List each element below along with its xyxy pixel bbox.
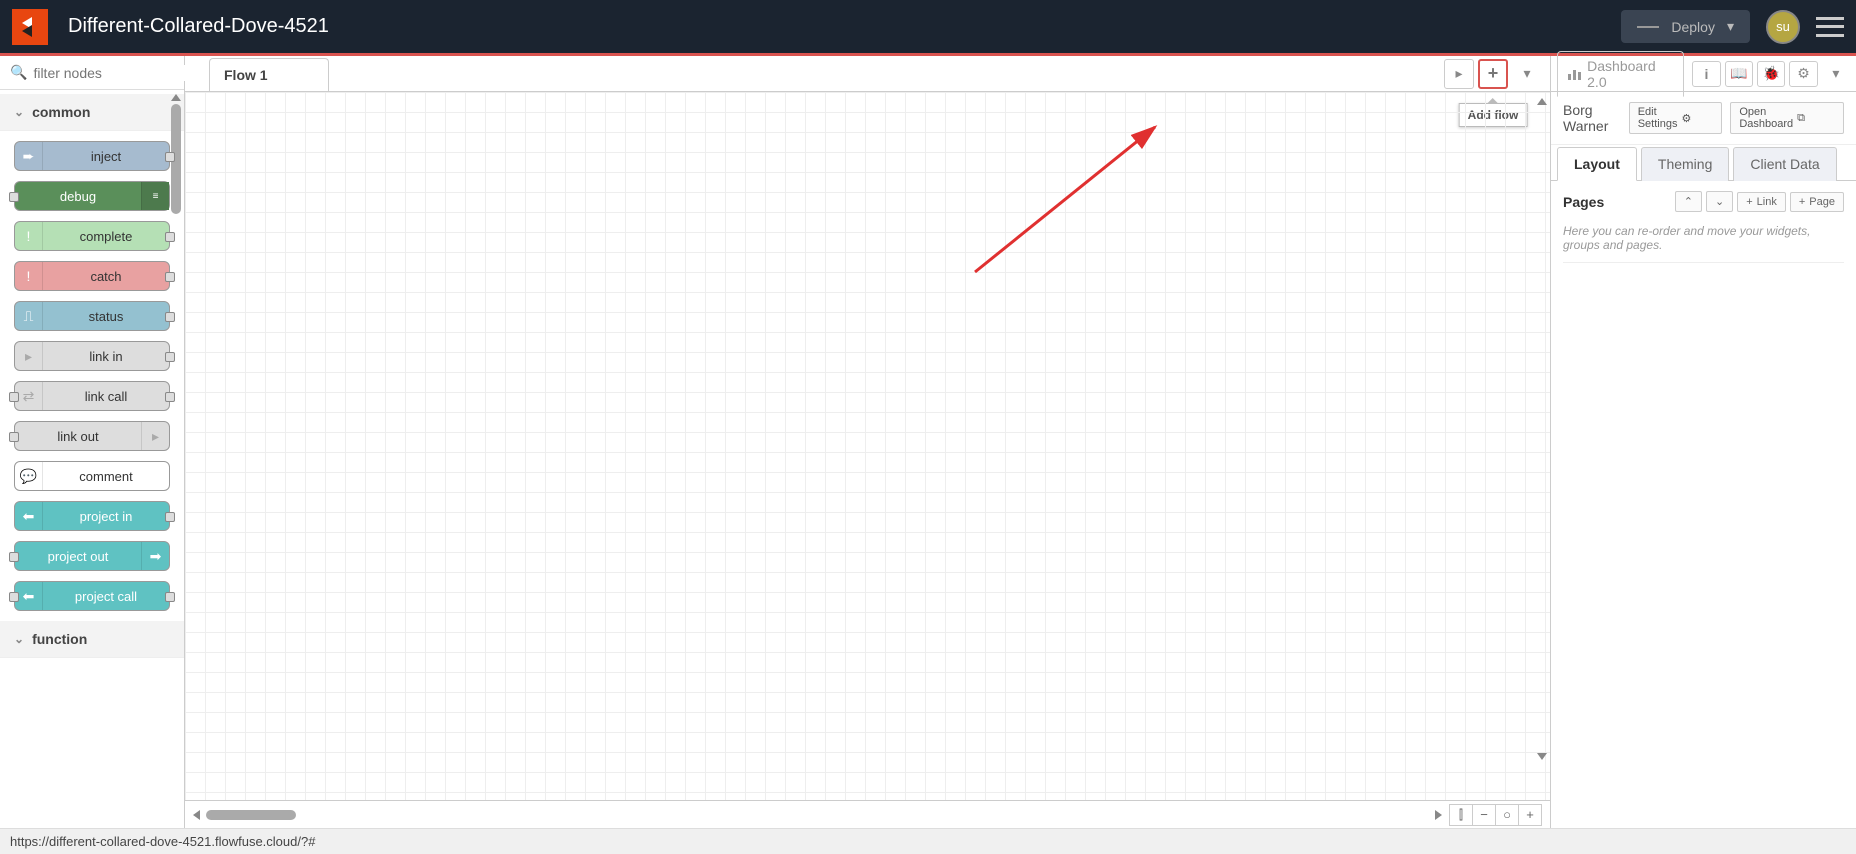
canvas-scrollbar-vertical[interactable] <box>1537 98 1548 760</box>
expand-all-button[interactable]: ⌄ <box>1706 191 1733 212</box>
search-icon: 🔍 <box>10 64 27 81</box>
bar-chart-icon <box>1568 68 1581 80</box>
flow-canvas[interactable] <box>185 92 1550 800</box>
link-out-icon: ▸ <box>141 422 169 450</box>
gear-icon[interactable]: ⚙ <box>1789 61 1817 87</box>
status-bar: https://different-collared-dove-4521.flo… <box>0 828 1856 854</box>
user-avatar[interactable]: su <box>1766 10 1800 44</box>
workspace: Flow 1 ▸ + Add flow ▾ ⫿ − ○ <box>185 56 1551 828</box>
zoom-in-button[interactable]: + <box>1518 804 1542 826</box>
add-link-button[interactable]: + Link <box>1737 192 1786 212</box>
node-palette: 🔍 common ➨inject debug≡ !complete !catch… <box>0 56 185 828</box>
deploy-label: Deploy <box>1671 19 1715 35</box>
workspace-footer: ⫿ − ○ + <box>185 800 1550 828</box>
node-project-out[interactable]: project out➡ <box>14 541 170 571</box>
scroll-tabs-button[interactable]: ▸ <box>1444 59 1474 89</box>
bug-icon[interactable]: 🐞 <box>1757 61 1785 87</box>
add-flow-button[interactable]: + Add flow <box>1478 59 1508 89</box>
subtab-theming[interactable]: Theming <box>1641 147 1729 181</box>
zoom-reset-button[interactable]: ○ <box>1495 804 1519 826</box>
link-call-icon: ⇄ <box>15 382 43 410</box>
canvas-scrollbar-horizontal[interactable] <box>193 810 1442 820</box>
instance-title: Different-Collared-Dove-4521 <box>68 15 1621 38</box>
palette-scrollbar[interactable] <box>171 94 182 824</box>
link-in-icon: ▸ <box>15 342 43 370</box>
edit-settings-button[interactable]: Edit Settings⚙ <box>1629 102 1723 134</box>
node-link-out[interactable]: link out▸ <box>14 421 170 451</box>
deploy-icon <box>1637 20 1659 34</box>
status-url: https://different-collared-dove-4521.flo… <box>10 834 315 849</box>
sidebar-tab-dashboard[interactable]: Dashboard 2.0 <box>1557 51 1684 97</box>
caret-down-icon: ▾ <box>1727 18 1734 35</box>
list-icon: ≡ <box>141 182 169 210</box>
info-button[interactable]: i <box>1692 61 1720 87</box>
book-icon[interactable]: 📖 <box>1725 61 1753 87</box>
project-in-icon: ⬅ <box>15 502 43 530</box>
arrow-right-icon: ➨ <box>15 142 43 170</box>
dashboard-project-name: Borg Warner <box>1563 102 1621 134</box>
node-project-in[interactable]: ⬅project in <box>14 501 170 531</box>
external-link-icon: ⧉ <box>1797 112 1835 125</box>
sidebar: Dashboard 2.0 i 📖 🐞 ⚙ ▾ Borg Warner Edit… <box>1551 56 1856 828</box>
workspace-tabs: Flow 1 ▸ + Add flow ▾ <box>185 56 1550 92</box>
sidebar-menu-button[interactable]: ▾ <box>1822 61 1850 87</box>
node-link-in[interactable]: ▸link in <box>14 341 170 371</box>
activity-icon: ⎍ <box>15 302 43 330</box>
view-navigator-button[interactable]: ⫿ <box>1449 804 1473 826</box>
gear-icon: ⚙ <box>1681 112 1713 125</box>
tab-menu-button[interactable]: ▾ <box>1512 59 1542 89</box>
project-out-icon: ➡ <box>141 542 169 570</box>
node-status[interactable]: ⎍status <box>14 301 170 331</box>
node-catch[interactable]: !catch <box>14 261 170 291</box>
open-dashboard-button[interactable]: Open Dashboard⧉ <box>1730 102 1844 134</box>
node-complete[interactable]: !complete <box>14 221 170 251</box>
subtab-layout[interactable]: Layout <box>1557 147 1637 181</box>
exclamation-icon: ! <box>15 262 43 290</box>
annotation-arrow <box>185 92 1245 692</box>
node-project-call[interactable]: ⬅project call <box>14 581 170 611</box>
app-header: Different-Collared-Dove-4521 Deploy ▾ su <box>0 0 1856 56</box>
project-call-icon: ⬅ <box>15 582 43 610</box>
collapse-all-button[interactable]: ⌃ <box>1675 191 1702 212</box>
node-link-call[interactable]: ⇄link call <box>14 381 170 411</box>
deploy-button[interactable]: Deploy ▾ <box>1621 10 1750 43</box>
node-comment[interactable]: 💬comment <box>14 461 170 491</box>
category-function[interactable]: function <box>0 621 184 658</box>
subtab-client-data[interactable]: Client Data <box>1733 147 1836 181</box>
node-inject[interactable]: ➨inject <box>14 141 170 171</box>
node-debug[interactable]: debug≡ <box>14 181 170 211</box>
category-common[interactable]: common <box>0 94 184 131</box>
main-menu-button[interactable] <box>1816 17 1844 37</box>
pages-heading: Pages <box>1563 194 1671 210</box>
exclamation-icon: ! <box>15 222 43 250</box>
add-page-button[interactable]: + Page <box>1790 192 1844 212</box>
speech-bubble-icon: 💬 <box>15 462 43 490</box>
pages-hint: Here you can re-order and move your widg… <box>1563 222 1844 263</box>
zoom-out-button[interactable]: − <box>1472 804 1496 826</box>
app-logo <box>12 9 48 45</box>
palette-filter[interactable]: 🔍 <box>0 56 184 90</box>
flow-tab[interactable]: Flow 1 <box>209 58 329 91</box>
